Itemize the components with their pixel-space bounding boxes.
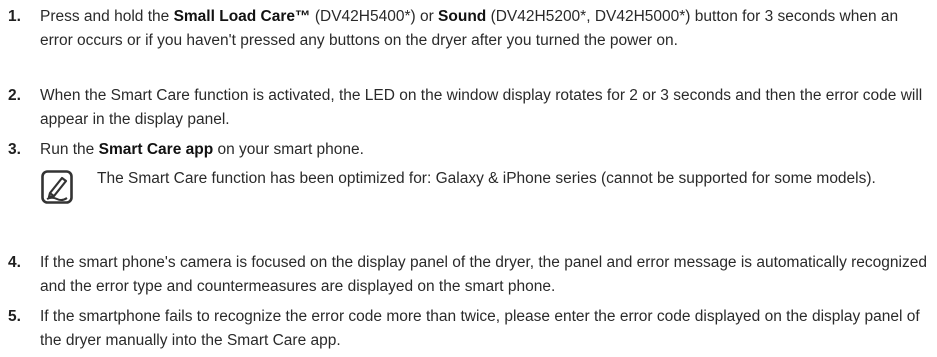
- step-number: 1.: [8, 8, 21, 25]
- step-number: 3.: [8, 141, 21, 158]
- note-text: The Smart Care function has been optimiz…: [97, 170, 876, 187]
- button-name-sound: Sound: [438, 8, 487, 25]
- step-number: 4.: [8, 254, 21, 271]
- step-text: If the smartphone fails to recognize the…: [40, 305, 930, 353]
- step-text-part: When the Smart Care function is activate…: [40, 87, 923, 128]
- step-text-part: If the smartphone fails to recognize the…: [40, 308, 920, 349]
- step-text: Run the Smart Care app on your smart pho…: [40, 138, 930, 162]
- step-text-part: (DV42H5400*) or: [310, 8, 439, 25]
- step-text: If the smart phone's camera is focused o…: [40, 251, 930, 299]
- step-text: When the Smart Care function is activate…: [40, 84, 930, 132]
- step-number: 2.: [8, 87, 21, 104]
- step-text-part: Press and hold the: [40, 8, 174, 25]
- step-text-part: Run the: [40, 141, 99, 158]
- step-number: 5.: [8, 308, 21, 325]
- app-name-smart-care: Smart Care app: [98, 141, 214, 158]
- step-text-part: on your smart phone.: [213, 141, 364, 158]
- step-text-part: If the smart phone's camera is focused o…: [40, 254, 927, 295]
- note-pencil-icon: [40, 169, 74, 205]
- button-name-small-load-care: Small Load Care™: [173, 8, 311, 25]
- step-text: Press and hold the Small Load Care™ (DV4…: [40, 5, 930, 53]
